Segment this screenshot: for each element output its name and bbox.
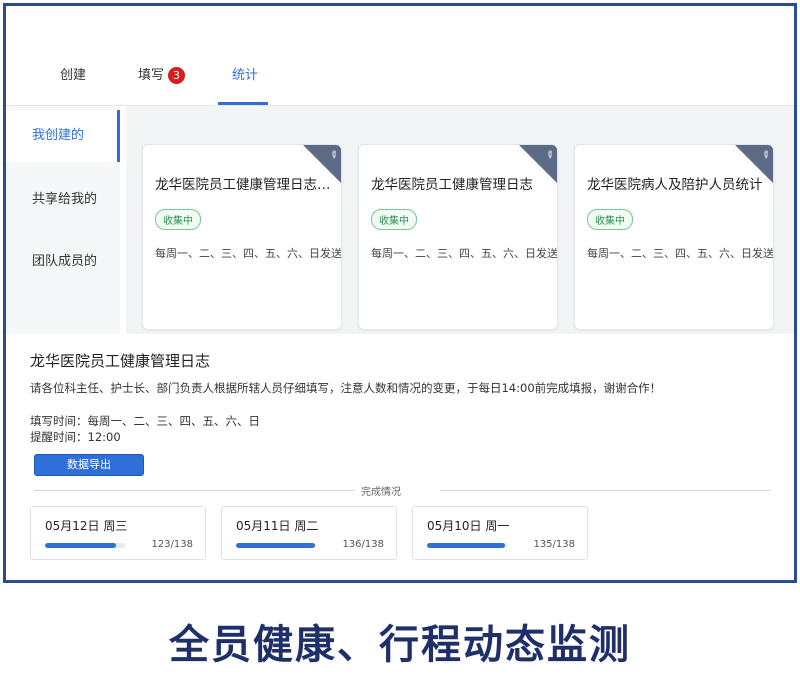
progress-bar (236, 543, 316, 548)
sidebar-item-created-by-me[interactable]: 我创建的 (6, 110, 120, 162)
tab-label: 统计 (232, 68, 259, 83)
page-caption: 全员健康、行程动态监测 (169, 622, 631, 668)
fill-time: 填写时间：每周一、二、三、四、五、六、日 (30, 414, 260, 428)
notification-badge: 3 (168, 67, 186, 84)
progress-bar (45, 543, 125, 548)
tab-bar: 创建 填写 3 统计 (6, 6, 794, 106)
daily-stat-card[interactable]: 05月11日 周二 136/138 (221, 506, 397, 560)
stat-date: 05月11日 周二 (236, 519, 319, 533)
stat-count: 135/138 (533, 539, 575, 550)
tab-label: 填写 (138, 68, 165, 83)
form-cards-area: ✎ 龙华医院员工健康管理日志-... 收集中 每周一、二、三、四、五、六、日发送… (126, 106, 794, 334)
remind-time: 提醒时间：12:00 (30, 430, 121, 444)
sidebar-item-label: 团队成员的 (32, 254, 98, 269)
progress-bar (427, 543, 507, 548)
daily-stat-card[interactable]: 05月10日 周一 135/138 (412, 506, 588, 560)
sidebar-item-team-members[interactable]: 团队成员的 (6, 236, 120, 288)
card-title: 龙华医院员工健康管理日志 (371, 177, 533, 193)
completion-section-label: 完成情况 (361, 487, 401, 498)
active-tab-indicator (218, 102, 268, 105)
divider (34, 490, 354, 491)
card-schedule: 每周一、二、三、四、五、六、日发送 (155, 247, 342, 260)
export-data-button[interactable]: 数据导出 (34, 454, 144, 476)
form-card[interactable]: ✎ 龙华医院员工健康管理日志-... 收集中 每周一、二、三、四、五、六、日发送 (142, 144, 342, 330)
stat-count: 136/138 (342, 539, 384, 550)
divider (440, 490, 770, 491)
stat-date: 05月10日 周一 (427, 519, 510, 533)
sidebar-item-label: 共享给我的 (32, 192, 98, 207)
status-badge: 收集中 (155, 209, 201, 230)
sidebar-item-shared-with-me[interactable]: 共享给我的 (6, 174, 120, 226)
form-card[interactable]: ✎ 龙华医院病人及陪护人员统计 收集中 每周一、二、三、四、五、六、日发送 (574, 144, 774, 330)
sidebar-item-label: 我创建的 (32, 128, 85, 143)
card-schedule: 每周一、二、三、四、五、六、日发送 (587, 247, 774, 260)
tab-label: 创建 (60, 68, 87, 83)
status-badge: 收集中 (371, 209, 417, 230)
stat-count: 123/138 (151, 539, 193, 550)
stat-date: 05月12日 周三 (45, 519, 128, 533)
detail-title: 龙华医院员工健康管理日志 (30, 352, 211, 370)
card-title: 龙华医院病人及陪护人员统计 (587, 177, 763, 193)
tab-statistics[interactable]: 统计 (232, 64, 258, 83)
tab-create[interactable]: 创建 (60, 64, 86, 83)
status-badge: 收集中 (587, 209, 633, 230)
sidebar: 我创建的 共享给我的 团队成员的 (6, 106, 120, 334)
card-schedule: 每周一、二、三、四、五、六、日发送 (371, 247, 558, 260)
progress-fill (427, 543, 506, 548)
tab-fill[interactable]: 填写 3 (138, 64, 186, 84)
card-title: 龙华医院员工健康管理日志-... (155, 177, 331, 193)
form-card[interactable]: ✎ 龙华医院员工健康管理日志 收集中 每周一、二、三、四、五、六、日发送 (358, 144, 558, 330)
daily-stat-card[interactable]: 05月12日 周三 123/138 (30, 506, 206, 560)
detail-description: 请各位科主任、护士长、部门负责人根据所辖人员仔细填写，注意人数和情况的变更，于每… (30, 381, 662, 395)
progress-fill (236, 543, 315, 548)
progress-fill (45, 543, 117, 548)
app-window: 创建 填写 3 统计 我创建的 共享给我的 团队成员的 ✎ 龙华医院员工健康管理日… (3, 3, 797, 583)
